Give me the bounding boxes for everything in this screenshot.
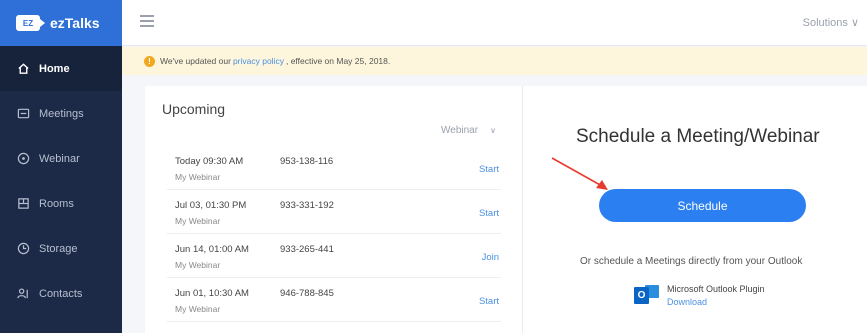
hamburger-menu-icon[interactable] [140, 15, 154, 27]
download-link[interactable]: Download [667, 297, 765, 307]
outlook-hint-text: Or schedule a Meetings directly from you… [580, 256, 803, 267]
meeting-title: My Webinar [175, 260, 221, 270]
sidebar-item-contacts[interactable]: Contacts [0, 271, 122, 316]
sidebar-item-label: Home [39, 62, 70, 75]
sidebar-nav: Home Meetings Webinar Rooms Storage Cont… [0, 46, 122, 316]
meeting-id: 933-265-441 [280, 244, 334, 255]
brand-name: ezTalks [50, 15, 100, 31]
sidebar-item-meetings[interactable]: Meetings [0, 91, 122, 136]
list-item: Today 09:30 AM My Webinar 953-138-116 St… [167, 146, 501, 190]
meeting-title: My Webinar [175, 172, 221, 182]
sidebar-item-home[interactable]: Home [0, 46, 122, 91]
start-button[interactable]: Start [479, 296, 499, 307]
meeting-time: Jul 03, 01:30 PM [175, 200, 247, 211]
sidebar-item-label: Meetings [39, 107, 84, 120]
red-arrow-icon [551, 157, 608, 190]
solutions-menu[interactable]: Solutions ∨ [803, 16, 859, 29]
sidebar-item-label: Rooms [39, 197, 74, 210]
monitor-icon [16, 107, 30, 121]
filter-label: Webinar [441, 125, 479, 136]
schedule-panel: Schedule a Meeting/Webinar Schedule Or s… [524, 86, 867, 333]
list-item: Jun 14, 01:00 AM My Webinar 933-265-441 … [167, 234, 501, 278]
main-content: Upcoming Webinar ∨ Today 09:30 AM My Webi… [145, 86, 867, 333]
schedule-title: Schedule a Meeting/Webinar [576, 126, 820, 147]
meeting-id: 946-788-845 [280, 288, 334, 299]
storage-icon [16, 242, 30, 256]
meeting-title: My Webinar [175, 216, 221, 226]
home-icon [16, 62, 30, 76]
outlook-plugin: O Microsoft Outlook Plugin Download [634, 284, 765, 307]
meeting-time: Jun 01, 10:30 AM [175, 288, 249, 299]
upcoming-list: Today 09:30 AM My Webinar 953-138-116 St… [167, 146, 501, 322]
meeting-id: 933-331-192 [280, 200, 334, 211]
start-button[interactable]: Start [479, 164, 499, 175]
meeting-title: My Webinar [175, 304, 221, 314]
meeting-time: Today 09:30 AM [175, 156, 244, 167]
chevron-down-icon: ∨ [490, 126, 496, 135]
notice-text-before: We've updated our [160, 56, 231, 66]
meeting-time: Jun 14, 01:00 AM [175, 244, 249, 255]
sidebar-item-rooms[interactable]: Rooms [0, 181, 122, 226]
sidebar: EZ ezTalks Home Meetings Webinar Rooms S… [0, 0, 122, 333]
upcoming-panel: Upcoming Webinar ∨ Today 09:30 AM My Webi… [145, 86, 523, 333]
webinar-icon [16, 152, 30, 166]
type-filter-dropdown[interactable]: Webinar ∨ [441, 125, 496, 136]
top-bar: Solutions ∨ [122, 0, 867, 46]
list-item: Jun 01, 10:30 AM My Webinar 946-788-845 … [167, 278, 501, 322]
warning-icon: ! [144, 55, 155, 67]
list-item: Jul 03, 01:30 PM My Webinar 933-331-192 … [167, 190, 501, 234]
outlook-icon: O [634, 284, 659, 306]
schedule-button[interactable]: Schedule [599, 189, 806, 222]
sidebar-item-storage[interactable]: Storage [0, 226, 122, 271]
contacts-icon [16, 287, 30, 301]
meeting-id: 953-138-116 [280, 156, 334, 167]
upcoming-title: Upcoming [162, 101, 226, 117]
ezTalks-logo-icon: EZ [16, 15, 45, 31]
sidebar-item-label: Contacts [39, 287, 83, 300]
plugin-name: Microsoft Outlook Plugin [667, 284, 765, 294]
privacy-policy-link[interactable]: privacy policy [233, 56, 284, 66]
start-button[interactable]: Start [479, 208, 499, 219]
brand-header[interactable]: EZ ezTalks [0, 0, 122, 46]
join-button[interactable]: Join [482, 252, 499, 263]
privacy-notice-banner: ! We've updated our privacy policy , eff… [122, 47, 867, 75]
rooms-icon [16, 197, 30, 211]
notice-text-after: , effective on May 25, 2018. [285, 56, 391, 66]
sidebar-item-webinar[interactable]: Webinar [0, 136, 122, 181]
sidebar-item-label: Storage [39, 242, 78, 255]
sidebar-item-label: Webinar [39, 152, 80, 165]
